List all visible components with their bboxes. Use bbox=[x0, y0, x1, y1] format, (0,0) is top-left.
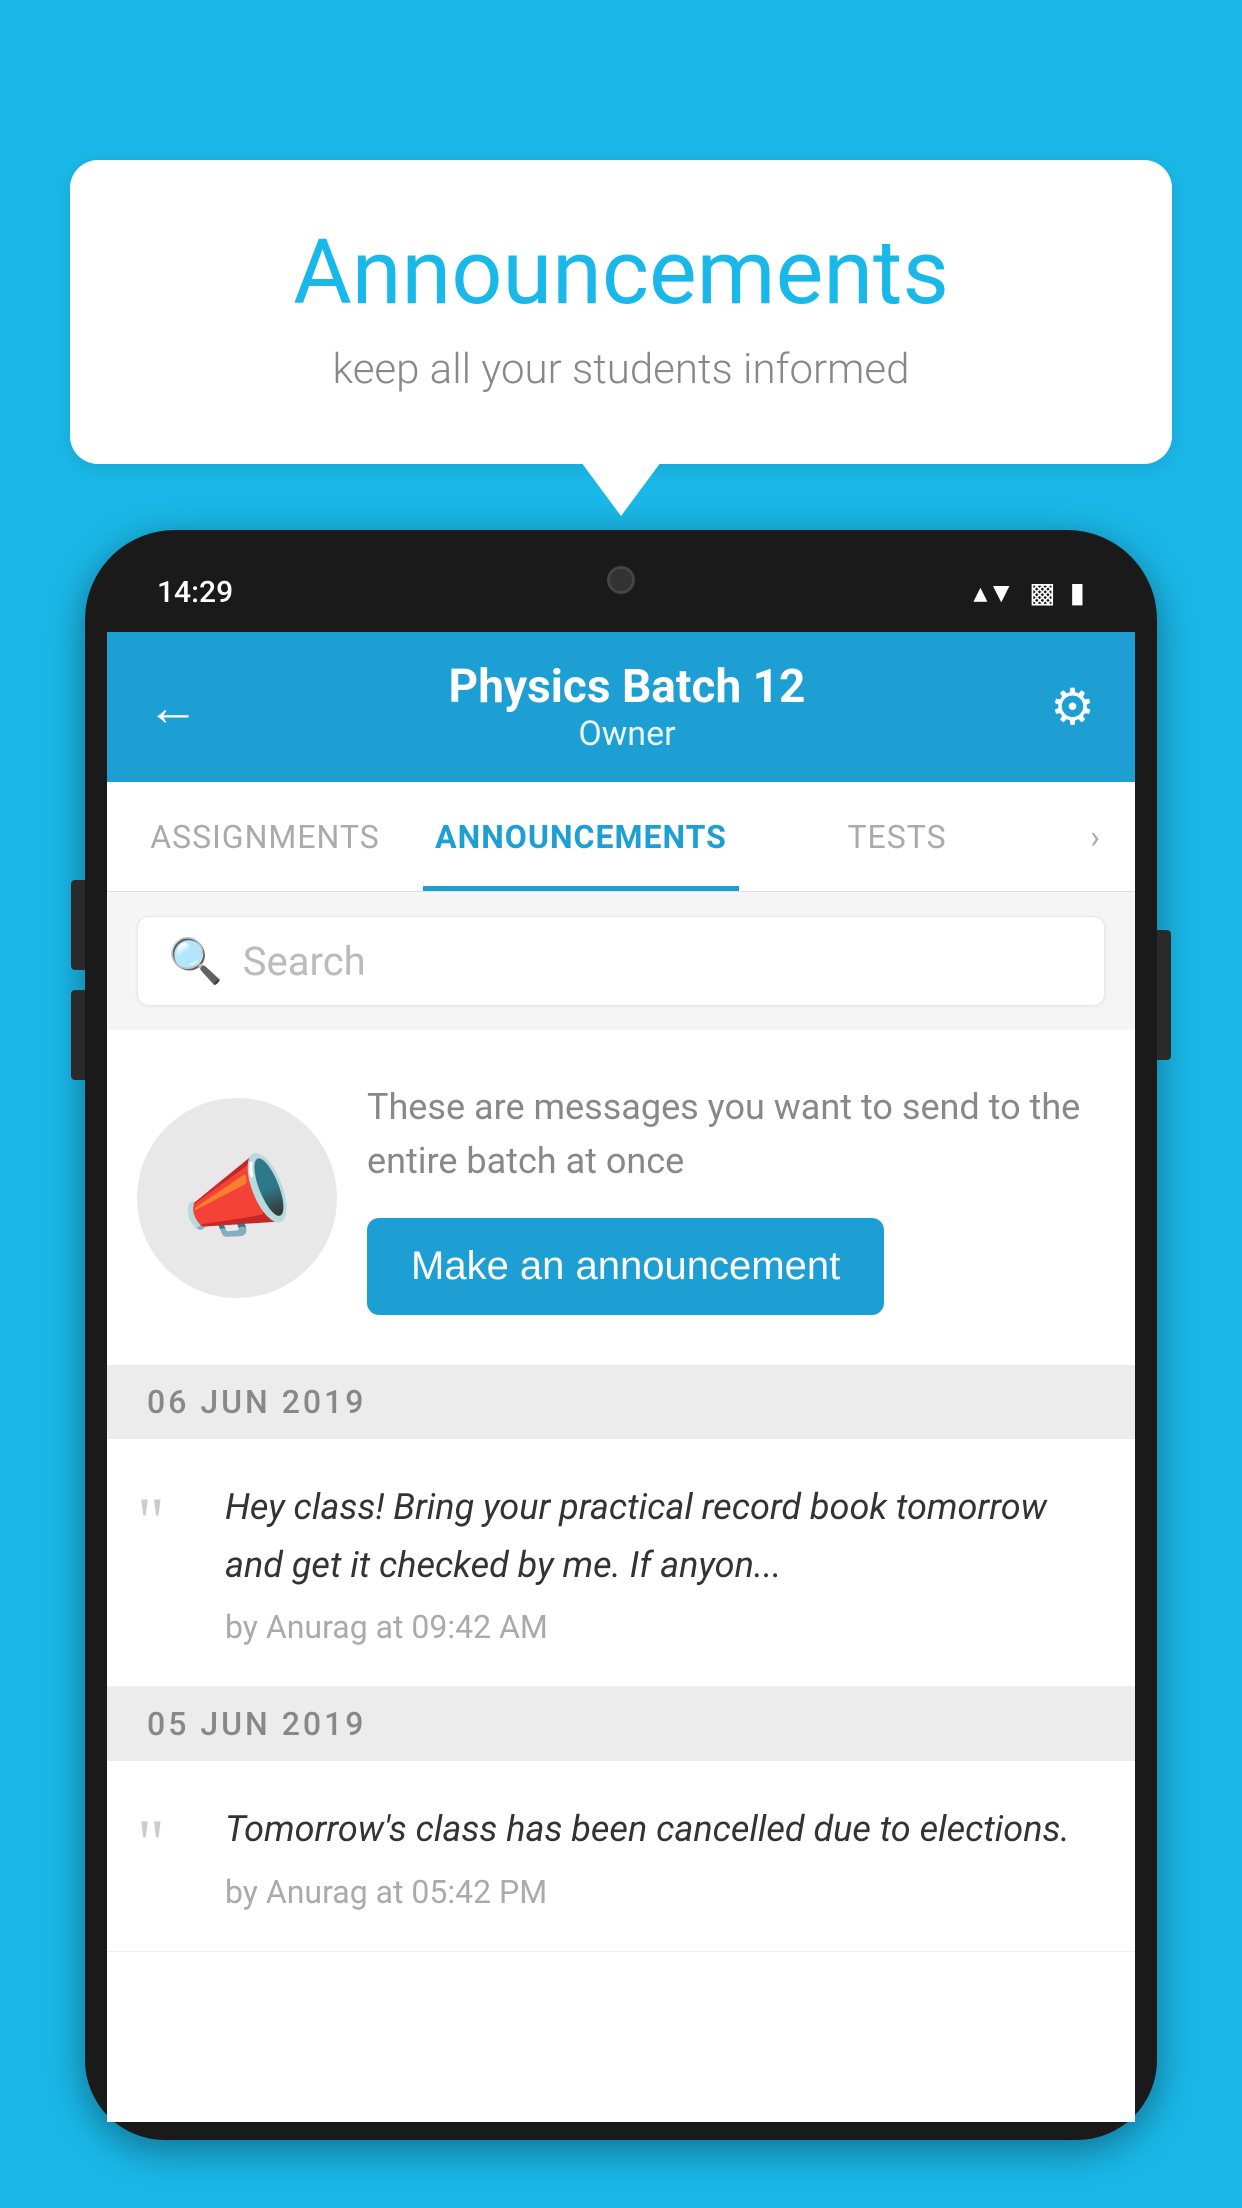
status-bar: 14:29 ▴▼ ▩ ▮ bbox=[107, 552, 1135, 632]
speech-bubble-section: Announcements keep all your students inf… bbox=[70, 160, 1172, 464]
megaphone-icon: 📣 bbox=[181, 1145, 293, 1250]
wifi-icon: ▴▼ bbox=[973, 576, 1015, 609]
phone-mockup: 14:29 ▴▼ ▩ ▮ ← Physics Batch 12 Owner ⚙ bbox=[85, 530, 1157, 2208]
announcement-cta: 📣 These are messages you want to send to… bbox=[107, 1030, 1135, 1365]
announcement-meta-1: by Anurag at 05:42 PM bbox=[225, 1873, 1095, 1911]
volume-up-button[interactable] bbox=[71, 880, 85, 970]
speech-bubble-card: Announcements keep all your students inf… bbox=[70, 160, 1172, 464]
volume-down-button[interactable] bbox=[71, 990, 85, 1080]
signal-icon: ▩ bbox=[1029, 576, 1055, 609]
search-bar[interactable]: 🔍 Search bbox=[137, 916, 1105, 1006]
phone-screen: ← Physics Batch 12 Owner ⚙ ASSIGNMENTS A… bbox=[107, 632, 1135, 2122]
notch bbox=[531, 552, 711, 607]
status-icons: ▴▼ ▩ ▮ bbox=[973, 576, 1085, 609]
make-announcement-button[interactable]: Make an announcement bbox=[367, 1218, 884, 1315]
tab-announcements[interactable]: ANNOUNCEMENTS bbox=[423, 782, 739, 891]
app-bar-title: Physics Batch 12 bbox=[219, 660, 1035, 714]
date-separator-june5: 05 JUN 2019 bbox=[107, 1687, 1135, 1761]
quote-icon: " bbox=[137, 1487, 197, 1555]
app-bar-subtitle: Owner bbox=[219, 714, 1035, 754]
phone-outer: 14:29 ▴▼ ▩ ▮ ← Physics Batch 12 Owner ⚙ bbox=[85, 530, 1157, 2140]
announcement-content-0: Hey class! Bring your practical record b… bbox=[225, 1479, 1095, 1646]
search-icon: 🔍 bbox=[168, 935, 223, 987]
app-bar: ← Physics Batch 12 Owner ⚙ bbox=[107, 632, 1135, 782]
bubble-title: Announcements bbox=[150, 220, 1092, 325]
date-separator-june6: 06 JUN 2019 bbox=[107, 1365, 1135, 1439]
status-time: 14:29 bbox=[157, 575, 233, 610]
power-button[interactable] bbox=[1157, 930, 1171, 1060]
cta-right: These are messages you want to send to t… bbox=[367, 1080, 1095, 1315]
settings-icon[interactable]: ⚙ bbox=[1050, 678, 1095, 737]
tab-more-icon[interactable]: › bbox=[1055, 782, 1135, 891]
tab-assignments[interactable]: ASSIGNMENTS bbox=[107, 782, 423, 891]
quote-icon-2: " bbox=[137, 1809, 197, 1877]
cta-description: These are messages you want to send to t… bbox=[367, 1080, 1095, 1188]
announcement-text-0[interactable]: Hey class! Bring your practical record b… bbox=[225, 1479, 1095, 1594]
announcement-item-1: " Tomorrow's class has been cancelled du… bbox=[107, 1761, 1135, 1952]
bubble-subtitle: keep all your students informed bbox=[150, 345, 1092, 394]
tab-tests[interactable]: TESTS bbox=[739, 782, 1055, 891]
back-button[interactable]: ← bbox=[147, 677, 199, 738]
announcement-meta-0: by Anurag at 09:42 AM bbox=[225, 1608, 1095, 1646]
camera bbox=[607, 566, 635, 594]
search-container: 🔍 Search bbox=[107, 892, 1135, 1030]
app-bar-title-group: Physics Batch 12 Owner bbox=[219, 660, 1035, 754]
tabs-bar: ASSIGNMENTS ANNOUNCEMENTS TESTS › bbox=[107, 782, 1135, 892]
megaphone-circle: 📣 bbox=[137, 1098, 337, 1298]
announcement-content-1: Tomorrow's class has been cancelled due … bbox=[225, 1801, 1095, 1911]
search-input[interactable]: Search bbox=[243, 938, 366, 985]
battery-icon: ▮ bbox=[1070, 576, 1085, 609]
announcement-item-0: " Hey class! Bring your practical record… bbox=[107, 1439, 1135, 1687]
announcement-text-1[interactable]: Tomorrow's class has been cancelled due … bbox=[225, 1801, 1095, 1859]
